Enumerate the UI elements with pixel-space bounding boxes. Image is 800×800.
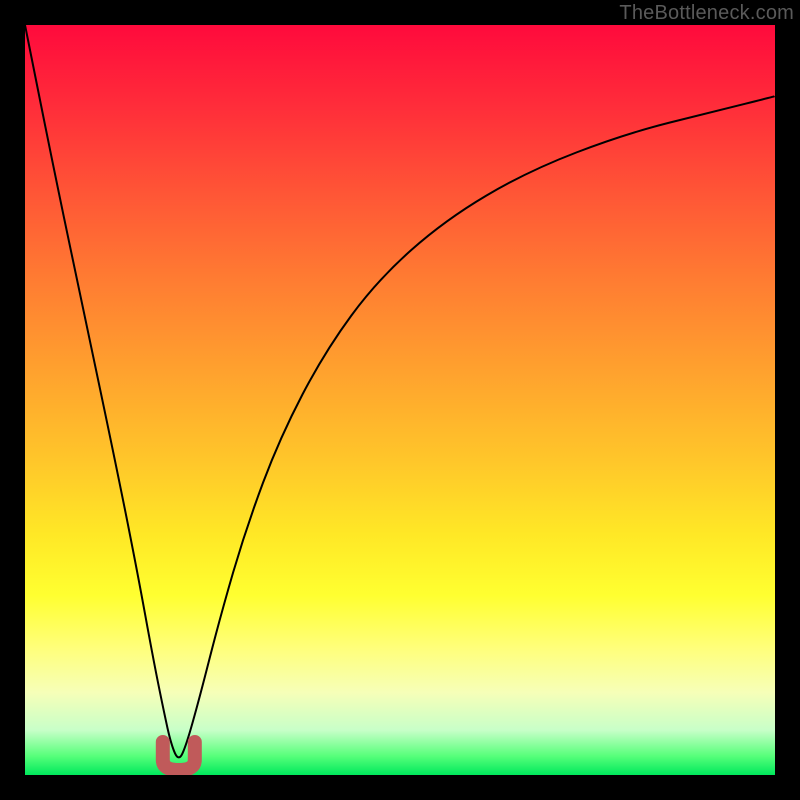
watermark-text: TheBottleneck.com	[619, 2, 794, 25]
chart-frame: TheBottleneck.com	[0, 0, 800, 800]
cusp-marker-path	[163, 742, 195, 770]
bottleneck-curve-svg	[25, 25, 775, 775]
bottleneck-curve-path	[25, 25, 775, 757]
plot-area	[25, 25, 775, 775]
